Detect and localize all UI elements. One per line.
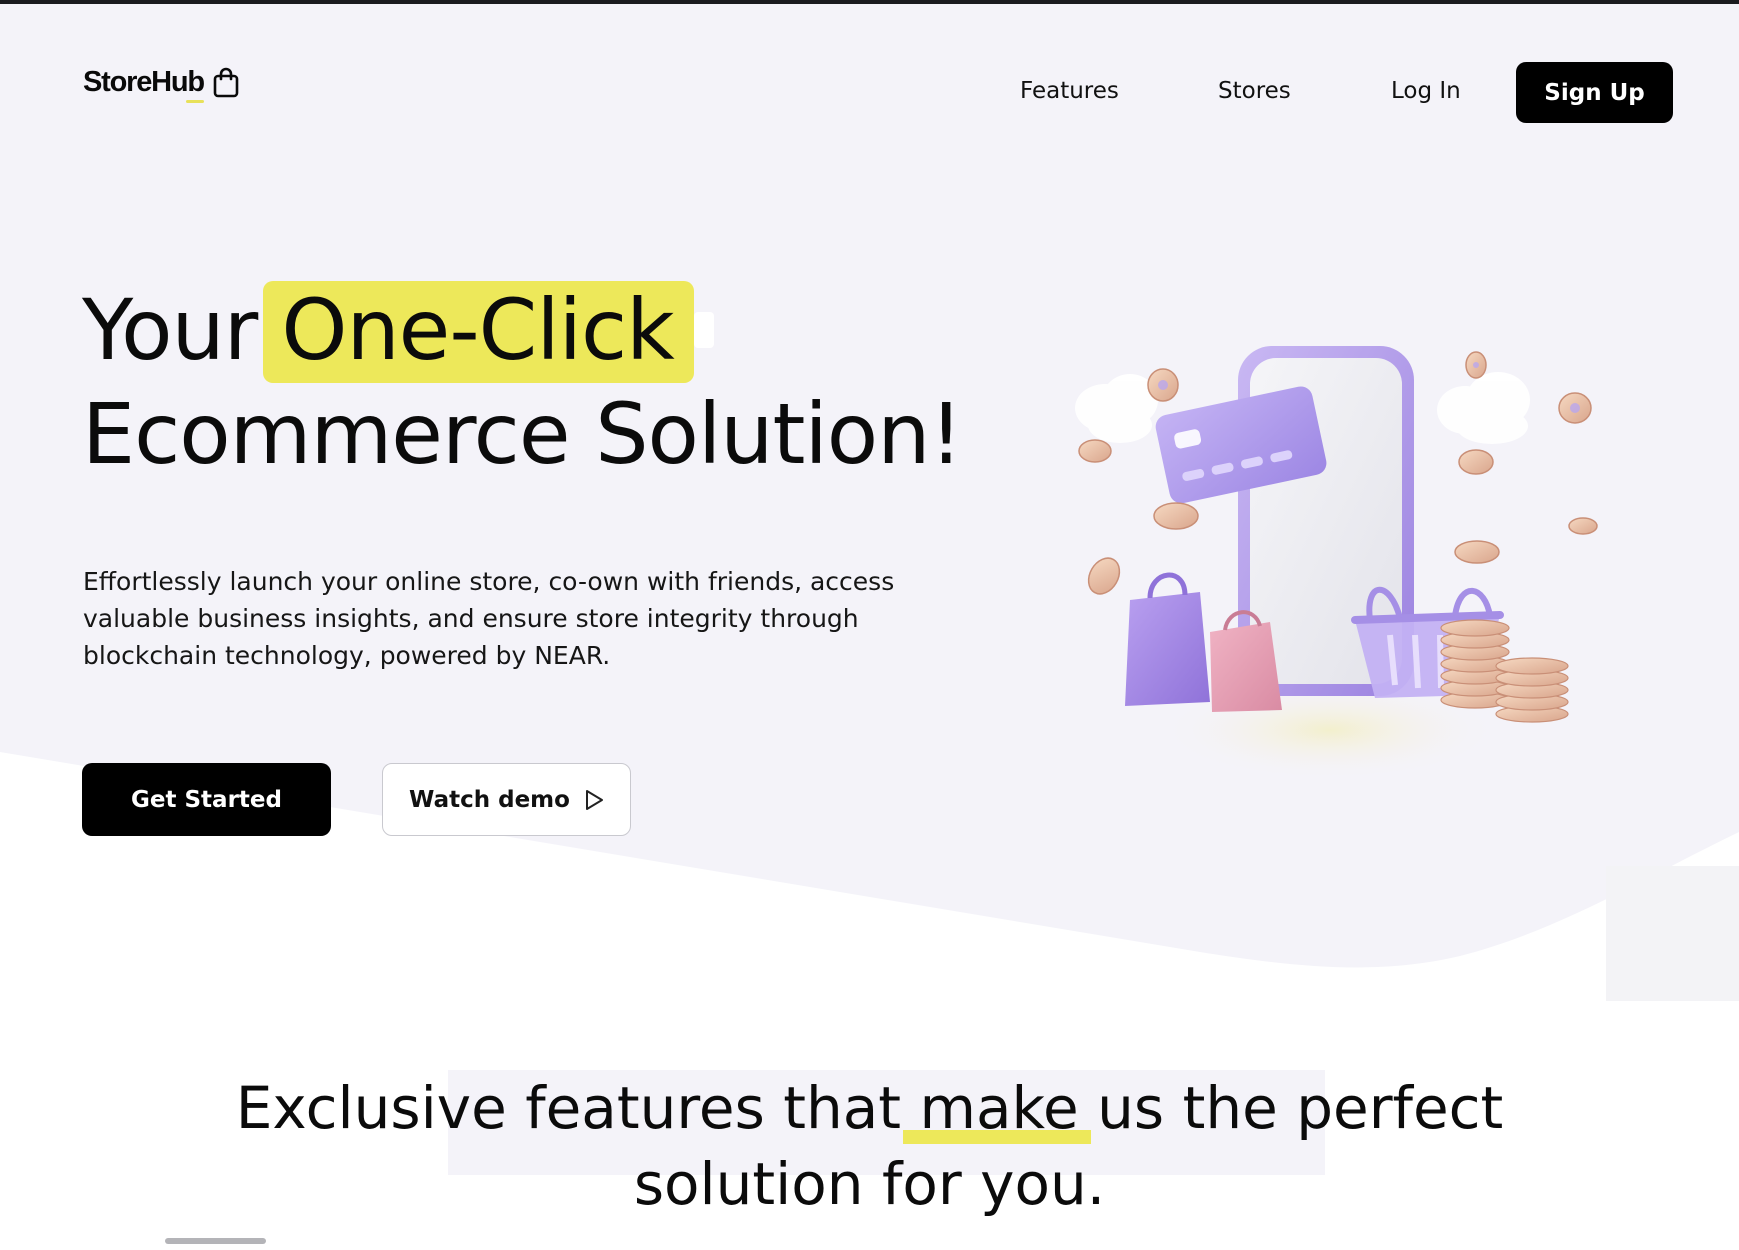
nav-stores-link[interactable]: Stores: [1218, 78, 1291, 104]
window-top-border: [0, 0, 1739, 4]
horizontal-scrollbar[interactable]: [165, 1238, 266, 1244]
features-heading-line2: solution for you.: [633, 1150, 1106, 1218]
hero-description: Effortlessly launch your online store, c…: [83, 567, 895, 670]
features-heading-part2: us the perfect: [1097, 1074, 1504, 1142]
logo[interactable]: StoreHub: [83, 66, 240, 103]
watch-demo-button[interactable]: Watch demo: [382, 763, 631, 836]
highlight-notch: [693, 312, 714, 349]
phone-shopping-illustration: [1075, 346, 1598, 780]
signup-button[interactable]: Sign Up: [1516, 62, 1673, 123]
features-heading-underlined: make: [903, 1070, 1092, 1146]
hero-headline: Your One-Click Ecommerce Solution!: [82, 278, 963, 486]
headline-highlight: One-Click: [263, 281, 694, 383]
headline-prefix: Your: [82, 281, 258, 379]
shopping-bag-icon: [213, 67, 239, 97]
get-started-button[interactable]: Get Started: [82, 763, 331, 836]
decorative-side-block: [1606, 866, 1739, 1001]
features-heading: Exclusive features that make us the perf…: [0, 1070, 1739, 1222]
nav-features-link[interactable]: Features: [1020, 78, 1119, 104]
landing-page: StoreHub Features Stores Log In Sign Up …: [0, 0, 1739, 1250]
logo-text: StoreHub: [83, 66, 205, 103]
features-heading-part1: Exclusive features that: [235, 1074, 902, 1142]
watch-demo-label: Watch demo: [409, 786, 570, 813]
headline-line2: Ecommerce Solution!: [82, 385, 963, 483]
nav-login-link[interactable]: Log In: [1391, 78, 1461, 104]
play-outline-icon: [585, 789, 603, 810]
